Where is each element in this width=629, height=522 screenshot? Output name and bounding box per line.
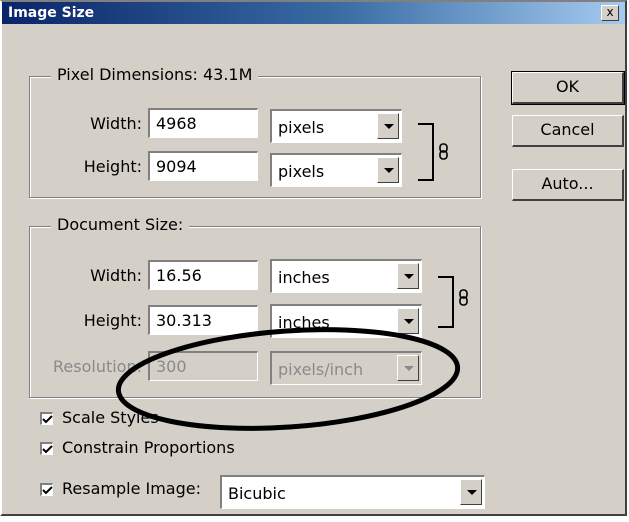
pixel-width-unit-value: pixels <box>278 118 325 137</box>
document-constrain-bracket <box>438 276 454 328</box>
image-size-dialog: Image Size x Pixel Dimensions: 43.1M Wid… <box>0 0 627 516</box>
pixel-height-label: Height: <box>83 157 142 176</box>
document-height-label: Height: <box>83 311 142 330</box>
link-chain-icon <box>439 143 448 160</box>
dropdown-arrow-icon[interactable] <box>460 479 482 505</box>
pixel-width-unit-select[interactable]: pixels <box>270 109 402 143</box>
pixel-width-label: Width: <box>90 114 142 133</box>
resample-method-value: Bicubic <box>228 484 286 503</box>
constrain-proportions-label[interactable]: Constrain Proportions <box>62 438 235 457</box>
title-bar[interactable]: Image Size x <box>2 2 625 24</box>
close-button[interactable]: x <box>601 5 619 21</box>
link-chain-icon <box>459 289 468 306</box>
resample-image-checkbox[interactable] <box>40 483 53 496</box>
document-height-input[interactable]: 30.313 <box>148 305 258 335</box>
document-size-legend: Document Size: <box>51 215 190 234</box>
dropdown-arrow-icon[interactable] <box>377 113 399 139</box>
document-height-unit-select[interactable]: inches <box>270 304 422 338</box>
dropdown-arrow-icon[interactable] <box>397 308 419 334</box>
pixel-width-input[interactable]: 4968 <box>148 108 258 138</box>
ok-button[interactable]: OK <box>511 71 625 105</box>
constrain-proportions-checkbox[interactable] <box>40 442 53 455</box>
document-height-unit-value: inches <box>278 313 330 332</box>
auto-button[interactable]: Auto... <box>512 169 624 201</box>
resolution-unit-value: pixels/inch <box>278 360 364 379</box>
cancel-button[interactable]: Cancel <box>512 115 624 147</box>
document-width-label: Width: <box>90 266 142 285</box>
resample-image-label[interactable]: Resample Image: <box>62 479 201 498</box>
pixel-constrain-bracket <box>418 123 434 181</box>
resample-method-select[interactable]: Bicubic <box>220 475 485 509</box>
dropdown-arrow-icon[interactable] <box>397 263 419 289</box>
scale-styles-checkbox[interactable] <box>40 412 53 425</box>
scale-styles-label[interactable]: Scale Styles <box>62 408 159 427</box>
pixel-dimensions-legend: Pixel Dimensions: 43.1M <box>51 65 259 84</box>
pixel-height-unit-value: pixels <box>278 162 325 181</box>
close-icon: x <box>606 5 614 19</box>
dropdown-arrow-icon[interactable] <box>377 157 399 183</box>
pixel-height-unit-select[interactable]: pixels <box>270 153 402 187</box>
resolution-input: 300 <box>148 351 258 381</box>
document-width-unit-value: inches <box>278 268 330 287</box>
checkmark-icon <box>42 415 53 424</box>
resolution-label: Resolution: <box>53 357 142 376</box>
resolution-unit-select: pixels/inch <box>270 351 422 385</box>
document-width-input[interactable]: 16.56 <box>148 260 258 290</box>
checkmark-icon <box>42 445 53 454</box>
dropdown-arrow-icon <box>397 355 419 381</box>
document-width-unit-select[interactable]: inches <box>270 259 422 293</box>
checkmark-icon <box>42 486 53 495</box>
pixel-height-input[interactable]: 9094 <box>148 151 258 181</box>
dialog-title: Image Size <box>8 5 95 21</box>
